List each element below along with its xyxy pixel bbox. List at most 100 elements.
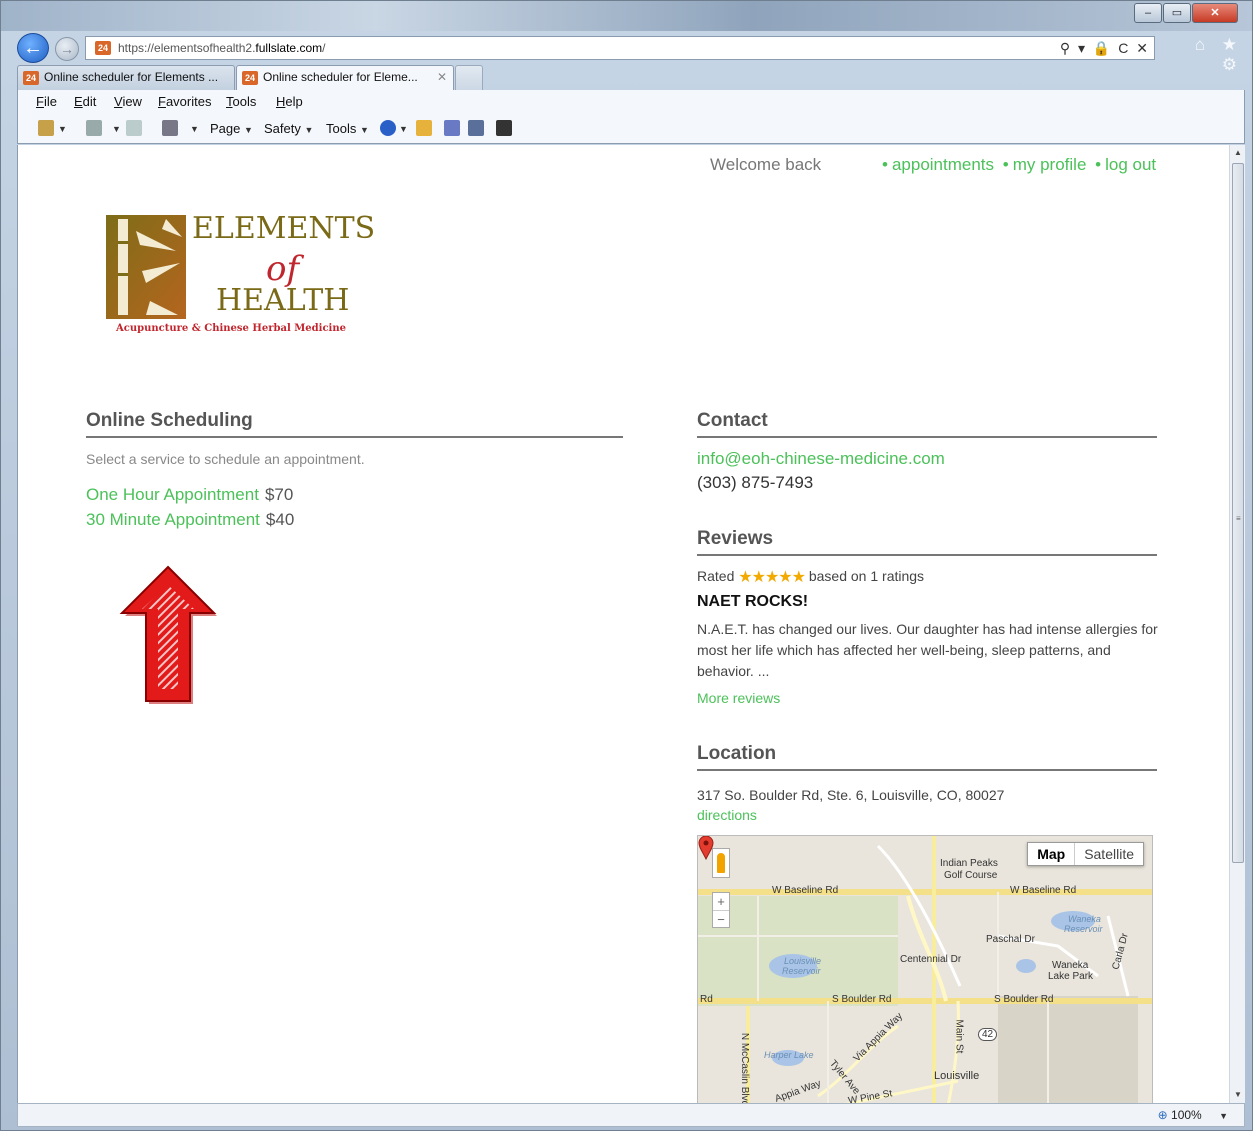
forward-button[interactable]: →: [55, 37, 79, 61]
menu-tools[interactable]: Tools: [226, 94, 256, 109]
back-arrow-icon: ←: [23, 37, 43, 59]
contact-email-link[interactable]: info@eoh-chinese-medicine.com: [697, 449, 945, 469]
help-icon[interactable]: [380, 120, 396, 136]
scroll-down-icon[interactable]: ▼: [1230, 1087, 1246, 1103]
address-bar[interactable]: 24 https://elementsofhealth2.fullslate.c…: [85, 36, 1155, 60]
one-hour-appointment-link[interactable]: One Hour Appointment: [86, 485, 259, 504]
map-label: Indian Peaks: [940, 858, 998, 869]
map-zoom-control[interactable]: + −: [712, 892, 730, 928]
home-icon[interactable]: [38, 120, 54, 136]
zoom-magnifier-icon: ⊕: [1157, 1108, 1168, 1122]
rating-summary: Rated ★★★★★ based on 1 ratings: [697, 568, 925, 586]
scroll-thumb[interactable]: ≡: [1232, 163, 1244, 863]
scheduling-divider: [86, 436, 623, 438]
top-nav: • appointments • my profile • log out: [878, 155, 1156, 175]
tab-label: Online scheduler for Elements ...: [44, 70, 219, 84]
location-address: 317 So. Boulder Rd, Ste. 6, Louisville, …: [697, 787, 1005, 803]
review-title: NAET ROCKS!: [697, 593, 809, 610]
tab-label: Online scheduler for Eleme...: [263, 70, 418, 84]
mail-icon[interactable]: [126, 120, 142, 136]
print-icon[interactable]: [162, 120, 178, 136]
map-label: Golf Course: [944, 870, 998, 881]
menu-favorites[interactable]: Favorites: [158, 94, 211, 109]
reviews-divider: [697, 554, 1157, 556]
logo-word-health: HEALTH: [216, 283, 350, 318]
zoom-level-control[interactable]: ⊕ 100% ▼: [1158, 1108, 1228, 1122]
logo-word-elements: ELEMENTS: [192, 211, 376, 246]
page-viewport: Welcome back • appointments • my profile •…: [17, 145, 1229, 1103]
bamboo-logo-icon: [106, 215, 186, 319]
map-label: Reservoir: [782, 966, 821, 976]
log-out-link[interactable]: log out: [1105, 155, 1156, 174]
status-bar: ⊕ 100% ▼: [17, 1103, 1245, 1127]
map-type-satellite-button[interactable]: Satellite: [1075, 843, 1143, 865]
directions-link[interactable]: directions: [697, 807, 757, 823]
more-reviews-link[interactable]: More reviews: [697, 690, 780, 706]
forward-arrow-icon: →: [60, 41, 74, 57]
highway-shield: 42: [978, 1028, 998, 1041]
contact-phone: (303) 875-7493: [697, 473, 814, 492]
map-type-control: Map Satellite: [1027, 842, 1144, 866]
appointments-link[interactable]: appointments: [892, 155, 994, 174]
menu-file[interactable]: File: [36, 94, 57, 109]
reviews-heading: Reviews: [697, 528, 774, 549]
feeds-icon[interactable]: [86, 120, 102, 136]
map-label: N McCaslin Blvd: [739, 1032, 751, 1103]
help-dropdown-icon[interactable]: ▼: [399, 124, 408, 134]
contact-divider: [697, 436, 1157, 438]
address-row: ← → 24 https://elementsofhealth2.fullsla…: [15, 33, 1243, 74]
location-pin-icon[interactable]: [698, 836, 714, 860]
scroll-up-icon[interactable]: ▲: [1230, 145, 1246, 161]
close-window-button[interactable]: ✕: [1192, 3, 1238, 23]
page-menu[interactable]: Page ▼: [210, 121, 253, 136]
close-tab-icon[interactable]: ✕: [437, 66, 447, 89]
menu-view[interactable]: View: [114, 94, 142, 109]
tab-scheduler-2[interactable]: 24 Online scheduler for Eleme... ✕: [236, 65, 454, 90]
command-bar: ▼ ▼ ▼ Page ▼ Safety ▼ Tools ▼ ▼: [17, 114, 1245, 144]
home-dropdown-icon[interactable]: ▼: [58, 124, 67, 134]
menu-bar: File Edit View Favorites Tools Help: [17, 90, 1245, 114]
tab-scheduler-1[interactable]: 24 Online scheduler for Elements ...: [17, 65, 235, 90]
map-label: Main St: [953, 1019, 965, 1054]
screen-clip-icon[interactable]: [496, 120, 512, 136]
street-view-pegman-icon[interactable]: [712, 848, 730, 878]
map-type-map-button[interactable]: Map: [1028, 843, 1076, 865]
tab-favicon-icon: 24: [23, 71, 39, 85]
site-favicon-icon: 24: [95, 41, 111, 55]
location-map[interactable]: + − Map Satellite Indian Peaks Golf Cours…: [697, 835, 1153, 1103]
address-tools[interactable]: ⚲ ▾ 🔒 C ✕: [1060, 37, 1150, 59]
title-bar: [1, 1, 1252, 31]
logo-tagline: Acupuncture & Chinese Herbal Medicine: [116, 323, 346, 334]
back-button[interactable]: ←: [17, 33, 49, 63]
menu-help[interactable]: Help: [276, 94, 303, 109]
zoom-dropdown-icon[interactable]: ▼: [1219, 1111, 1228, 1121]
zoom-out-button[interactable]: −: [713, 911, 729, 928]
safety-menu[interactable]: Safety ▼: [264, 121, 313, 136]
zoom-in-button[interactable]: +: [713, 893, 729, 911]
menu-edit[interactable]: Edit: [74, 94, 96, 109]
tab-favicon-icon: 24: [242, 71, 258, 85]
my-profile-link[interactable]: my profile: [1013, 155, 1087, 174]
new-tab-button[interactable]: [455, 65, 483, 90]
blog-icon[interactable]: [444, 120, 460, 136]
map-label: Centennial Dr: [900, 954, 962, 965]
tools-menu[interactable]: Tools ▼: [326, 121, 369, 136]
onenote-icon[interactable]: [468, 120, 484, 136]
vertical-scrollbar[interactable]: ▲ ≡ ▼: [1229, 145, 1245, 1103]
map-label: S Boulder Rd: [994, 994, 1054, 1005]
map-label: Louisville: [934, 1070, 980, 1082]
feeds-dropdown-icon[interactable]: ▼: [112, 124, 121, 134]
url-domain: fullslate.com: [255, 41, 323, 55]
map-label: Lake Park: [1048, 971, 1094, 982]
map-label: Harper Lake: [764, 1050, 814, 1060]
contact-heading: Contact: [697, 410, 768, 431]
red-arrow-annotation-icon: [119, 565, 217, 704]
minimize-button[interactable]: –: [1134, 3, 1162, 23]
research-icon[interactable]: [416, 120, 432, 136]
maximize-button[interactable]: ▭: [1163, 3, 1191, 23]
map-label: Paschal Dr: [986, 934, 1035, 945]
thirty-minute-appointment-link[interactable]: 30 Minute Appointment: [86, 510, 260, 529]
print-dropdown-icon[interactable]: ▼: [190, 124, 199, 134]
nav-separator: •: [1002, 155, 1009, 174]
service-row: 30 Minute Appointment $40: [86, 510, 294, 530]
